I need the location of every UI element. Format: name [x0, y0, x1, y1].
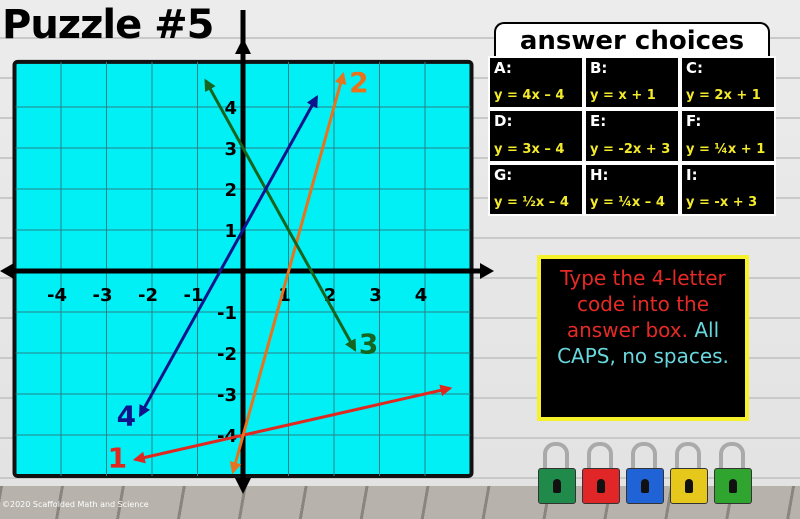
padlock-icon	[670, 442, 708, 504]
choice-equation: y = 4x – 4	[494, 88, 565, 104]
choice-letter: C:	[686, 59, 704, 77]
x-tick-label: -4	[47, 285, 67, 306]
answer-choice: H: y = ¼x – 4	[586, 164, 678, 214]
choice-letter: A:	[494, 59, 512, 77]
y-tick-label: 1	[224, 221, 237, 242]
choice-letter: I:	[686, 165, 698, 184]
y-tick-label: -3	[217, 385, 237, 406]
x-tick-label: -2	[138, 285, 158, 306]
choice-equation: y = x + 1	[590, 88, 656, 104]
x-axis-arrow-right	[480, 263, 494, 279]
answer-choice: G: y = ½x – 4	[490, 164, 582, 214]
y-tick-label: 3	[224, 139, 237, 160]
padlock-icon	[714, 442, 752, 504]
x-tick-label: 3	[369, 285, 382, 306]
keyhole-icon	[641, 479, 649, 493]
answer-choice: D: y = 3x – 4	[490, 111, 582, 161]
padlock-icon	[626, 442, 664, 504]
y-axis-arrow-up	[235, 38, 251, 54]
x-tick-label: -3	[93, 285, 113, 306]
choice-equation: y = ½x – 4	[494, 195, 569, 210]
copyright: ©2020 Scaffolded Math and Science	[2, 500, 149, 509]
choice-equation: y = 2x + 1	[686, 88, 761, 104]
keyhole-icon	[685, 479, 693, 493]
y-axis-arrow-down	[235, 478, 251, 494]
y-tick-label: -2	[217, 344, 237, 365]
y-tick-label: -1	[217, 303, 237, 324]
series-label-3: 3	[359, 328, 378, 361]
choice-equation: y = ¼x + 1	[686, 141, 766, 157]
answer-choice: I: y = -x + 3	[682, 164, 774, 214]
answer-choice: C: y = 2x + 1	[682, 58, 774, 108]
padlocks	[538, 442, 752, 504]
keyhole-icon	[553, 479, 561, 493]
choice-letter: B:	[590, 59, 608, 77]
answer-choices-grid: A: y = 4x – 4 B: y = x + 1 C: y = 2x + 1 D: y =…	[488, 56, 776, 216]
choice-equation: y = 3x – 4	[494, 141, 565, 157]
answer-choices-panel: answer choices A: y = 4x – 4 B: y = x + 1 C:…	[488, 22, 778, 218]
x-axis-arrow-left	[0, 263, 14, 279]
choice-equation: y = ¼x – 4	[590, 195, 665, 210]
choice-letter: G:	[494, 165, 513, 184]
series-label-4: 4	[117, 399, 136, 432]
instructions-box: Type the 4-letter code into the answer b…	[537, 255, 749, 421]
choice-letter: D:	[494, 112, 513, 131]
y-tick-label: 2	[224, 180, 237, 201]
keyhole-icon	[729, 479, 737, 493]
choice-equation: y = -x + 3	[686, 195, 758, 210]
keyhole-icon	[597, 479, 605, 493]
choice-letter: E:	[590, 112, 607, 131]
answer-choice: F: y = ¼x + 1	[682, 111, 774, 161]
series-label-2: 2	[349, 66, 368, 99]
padlock-icon	[538, 442, 576, 504]
answer-choice: A: y = 4x – 4	[490, 58, 582, 108]
choice-letter: H:	[590, 165, 609, 184]
series-label-1: 1	[108, 442, 127, 475]
choice-equation: y = -2x + 3	[590, 141, 671, 157]
answer-choice: B: y = x + 1	[586, 58, 678, 108]
x-tick-label: 4	[415, 285, 428, 306]
answer-choice: E: y = -2x + 3	[586, 111, 678, 161]
choice-letter: F:	[686, 112, 702, 131]
padlock-icon	[582, 442, 620, 504]
answer-choices-heading: answer choices	[494, 22, 770, 58]
x-tick-label: -1	[184, 285, 204, 306]
